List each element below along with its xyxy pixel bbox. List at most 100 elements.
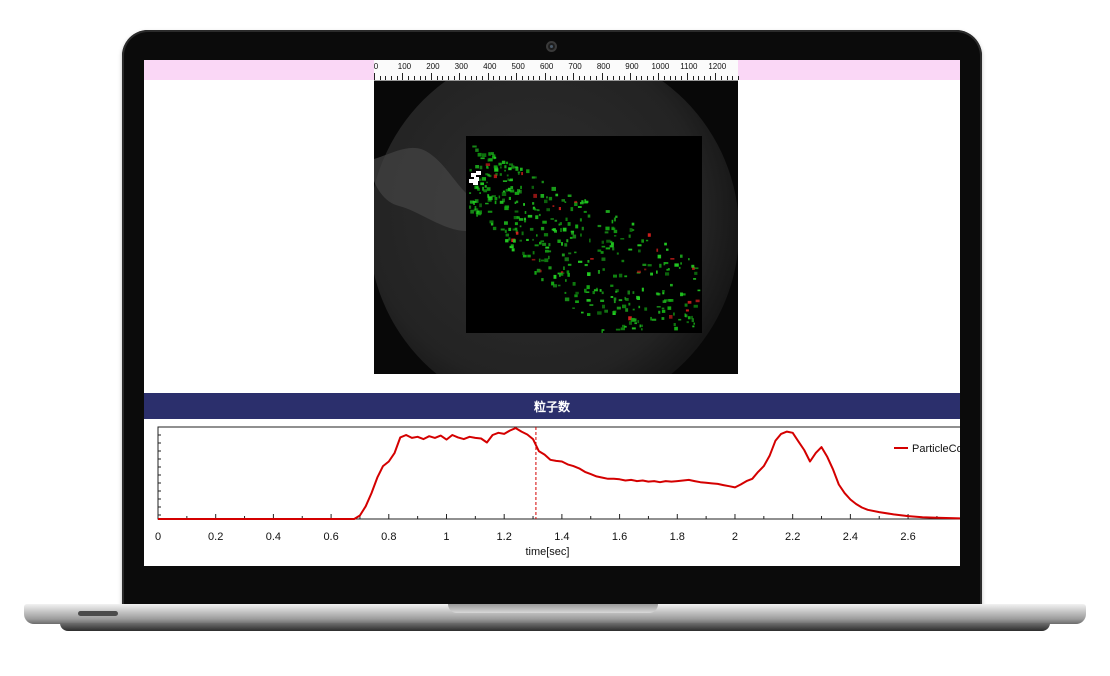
particle-green xyxy=(637,244,642,247)
ruler-tick xyxy=(703,76,705,80)
particle-green xyxy=(518,218,524,221)
particle-green xyxy=(694,267,699,270)
particle-green xyxy=(613,274,617,278)
particle-image-view[interactable] xyxy=(374,81,738,374)
particle-green xyxy=(519,225,522,228)
particle-green xyxy=(601,245,606,248)
particle-green xyxy=(532,251,535,255)
particle-green xyxy=(637,296,640,300)
x-tick-label: 1.2 xyxy=(497,531,512,543)
particle-green xyxy=(469,168,472,172)
plot-frame xyxy=(157,426,960,520)
particle-green xyxy=(517,172,520,175)
ruler-tick xyxy=(647,76,648,80)
particle-green xyxy=(487,194,489,198)
particle-green xyxy=(597,311,602,315)
particle-green xyxy=(508,196,511,200)
particle-green xyxy=(621,259,625,263)
ruler-tick xyxy=(408,76,410,80)
particle-red xyxy=(493,174,497,179)
ruler-label: 500 xyxy=(511,62,525,71)
particle-red xyxy=(647,233,651,237)
particle-green xyxy=(665,272,670,276)
particle-green xyxy=(475,148,479,152)
particle-green xyxy=(667,268,670,271)
particle-green xyxy=(674,326,678,331)
particle-green xyxy=(577,206,582,208)
x-tick-label: 1 xyxy=(443,531,449,543)
particle-green xyxy=(488,196,491,201)
ruler-tick xyxy=(516,73,518,80)
particle-green xyxy=(674,263,679,267)
particle-green xyxy=(611,219,614,224)
particle-green xyxy=(589,304,594,306)
ruler-tick xyxy=(738,76,739,80)
particle-red xyxy=(531,258,536,261)
ruler-tick xyxy=(681,76,683,80)
particle-green xyxy=(485,173,489,176)
particle-green xyxy=(581,311,584,314)
particle-green xyxy=(628,321,632,325)
particle-green xyxy=(501,192,507,196)
ruler-label: 100 xyxy=(397,62,412,71)
particle-green xyxy=(601,329,603,333)
particle-green xyxy=(680,262,682,265)
particle-green xyxy=(632,308,635,311)
ruler-label: 300 xyxy=(454,62,468,71)
particle-green xyxy=(570,207,574,212)
ruler-tick xyxy=(709,76,711,80)
particle-green xyxy=(561,199,565,202)
particle-green xyxy=(534,209,539,211)
particle-green xyxy=(618,273,623,278)
particle-green xyxy=(601,291,604,295)
ruler-tick xyxy=(635,76,637,80)
particle-green xyxy=(514,222,518,226)
particle-green xyxy=(478,212,482,216)
particle-green xyxy=(490,152,494,155)
particle-green xyxy=(684,303,688,307)
particle-green xyxy=(494,200,497,205)
particle-red xyxy=(558,207,561,211)
ruler-tick xyxy=(499,76,501,80)
particle-green xyxy=(500,166,502,169)
particle-green xyxy=(658,310,661,314)
particle-green xyxy=(634,322,637,325)
particle-green xyxy=(595,287,598,290)
ruler-tick xyxy=(612,76,614,80)
particle-green xyxy=(470,209,474,214)
particle-green xyxy=(613,297,617,301)
particle-green xyxy=(620,327,625,331)
particle-green xyxy=(477,187,480,191)
particle-green xyxy=(551,228,556,231)
particle-green xyxy=(628,234,631,238)
particle-green xyxy=(483,189,488,193)
ruler-tick xyxy=(459,73,461,80)
particle-green xyxy=(618,299,623,302)
particle-green xyxy=(554,219,558,222)
particle-red xyxy=(539,269,542,273)
particle-red xyxy=(670,258,675,260)
particle-white xyxy=(476,171,481,175)
ruler-tick xyxy=(550,76,552,80)
particle-green xyxy=(524,211,527,214)
particle-green xyxy=(514,201,517,204)
webcam-icon xyxy=(546,41,557,52)
particle-green xyxy=(559,273,564,276)
ruler-tick xyxy=(385,76,387,80)
particle-green xyxy=(532,206,535,209)
ruler-label: 1000 xyxy=(651,62,670,71)
particle-green xyxy=(542,242,547,246)
ruler-tick xyxy=(510,76,512,80)
particle-green xyxy=(559,222,562,226)
ruler-tick xyxy=(453,76,455,80)
particle-green xyxy=(487,210,493,213)
particle-green xyxy=(622,324,626,328)
particle-green xyxy=(567,194,572,197)
ruler-tick xyxy=(476,76,478,80)
particle-green xyxy=(605,226,610,231)
particle-green xyxy=(551,186,556,191)
particle-green xyxy=(587,214,591,218)
particle-green xyxy=(612,247,615,251)
ruler-tick xyxy=(607,76,609,80)
particle-count-chart[interactable]: 0 0.2 0.4 0.6 0.8 1 1.2 1.4 1.6 1.8 2 2.2 2.4 2.6 time… xyxy=(144,420,960,566)
